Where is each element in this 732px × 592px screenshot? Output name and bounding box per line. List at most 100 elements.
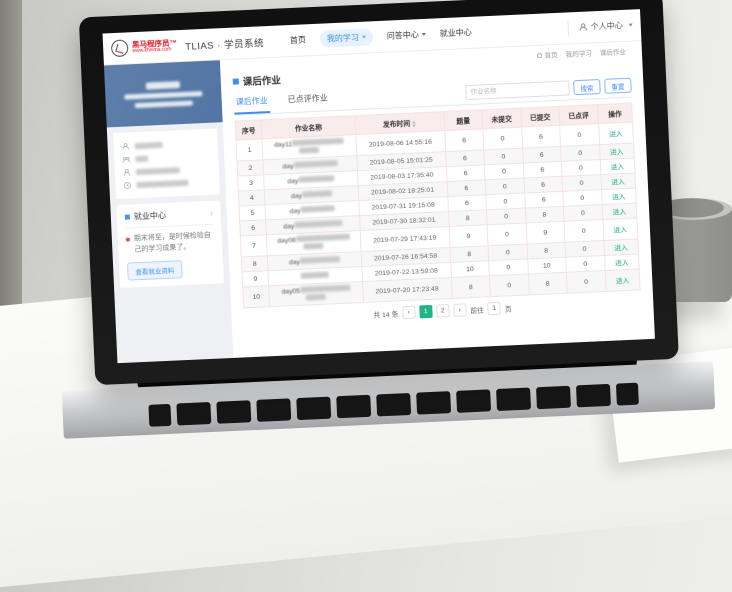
table-cell: 进入 [601,188,636,205]
redacted-name [306,294,326,301]
redacted-name [300,205,334,213]
enter-link[interactable]: 进入 [610,149,624,157]
sort-caret-icon[interactable] [412,120,416,127]
table-cell: 9 [526,221,565,244]
page-button-2[interactable]: 2 [436,304,450,318]
homework-name-input[interactable] [465,80,570,100]
clock-icon [123,181,131,189]
enter-link[interactable]: 进入 [616,278,630,286]
enter-link[interactable]: 进入 [613,209,627,217]
class-info-redacted [124,91,202,100]
view-job-materials-button[interactable]: 查看就业资料 [127,260,183,280]
table-cell: 进入 [603,239,638,256]
enter-link[interactable]: 进入 [612,194,626,202]
student-name-redacted [146,81,180,90]
prev-page-button[interactable]: ‹ [402,306,416,320]
job-center-card: 就业中心 › 期末将至，是时候检验自己的学习成果了。 查看就业资料 [116,200,224,288]
goto-page-input[interactable]: 1 [487,302,501,316]
nav-item-我的学习[interactable]: 我的学习 [319,28,373,47]
redacted-name [293,160,337,168]
next-page-button[interactable]: › [453,303,467,317]
wall-shadow [0,0,22,318]
job-center-title: 就业中心 [134,210,166,222]
goto-label: 前往 [470,304,484,315]
search-button[interactable]: 搜索 [573,79,601,95]
reset-button[interactable]: 重置 [604,78,632,94]
brand-block: 黑马程序员™ www.itheima.com [132,39,178,55]
itheima-logo-icon [111,39,129,57]
table-cell: 6 [521,125,560,148]
user-menu-label: 个人中心 [590,20,622,32]
table-cell: 5 [239,205,266,221]
student-info-card [104,60,223,127]
breadcrumb-item[interactable]: 首页 [544,49,564,60]
table-cell: 0 [483,127,522,150]
redacted-value [136,167,180,175]
info-row [123,175,211,192]
table-cell: 进入 [605,269,640,292]
table-cell: 6 [444,129,483,152]
page-button-1[interactable]: 1 [419,305,433,319]
nav-item-问答中心[interactable]: 问答中心 [387,29,426,42]
column-header: 序号 [235,120,262,140]
breadcrumb-item: 课后作业 [600,46,630,57]
title-marker [233,78,239,84]
tab-reviewed-homework[interactable]: 已点评作业 [285,87,330,112]
redacted-name [301,272,329,279]
table-cell: 进入 [603,218,638,241]
table-cell: 4 [238,190,265,206]
redacted-name [294,220,342,228]
redacted-name [302,190,332,197]
notice-text: 期末将至，是时候检验自己的学习成果了。 [134,231,215,256]
column-header: 已提交 [520,106,559,127]
table-cell: 进入 [602,203,637,220]
breadcrumb-item[interactable]: 我的学习 [566,47,599,58]
home-icon [535,51,542,58]
table-cell: 8 [241,256,268,272]
job-center-header[interactable]: 就业中心 › [125,208,214,229]
table-body: 1day112019-08-06 14:55:166060进入2day2019-… [236,122,640,308]
column-header: 已点评 [559,105,598,126]
table-cell: 进入 [599,143,634,160]
table-cell: 0 [566,270,605,293]
table-cell: 0 [487,223,526,246]
page-title: 课后作业 [243,73,282,89]
table-cell: 0 [564,220,603,243]
table-cell: 进入 [598,122,633,145]
table-cell: 2 [237,160,264,176]
table-cell: 8 [451,276,490,299]
user-menu[interactable]: 个人中心 [567,17,633,36]
table-cell: 0 [490,274,529,297]
sidebar: 就业中心 › 期末将至，是时候检验自己的学习成果了。 查看就业资料 [104,60,233,363]
user-icon [121,142,129,150]
enter-link[interactable]: 进入 [611,179,625,187]
redacted-name [292,138,344,146]
redacted-value [135,141,163,148]
class-info-redacted [135,100,193,108]
table-cell: 9 [242,271,269,287]
section-marker [125,214,130,219]
redacted-name [300,285,350,293]
table-cell: 10 [450,261,489,278]
main-content: 首页 我的学习 课后作业 课后作业 课后作业 已点评作业 [220,41,655,358]
nav-item-就业中心[interactable]: 就业中心 [439,27,471,39]
job-notice: 期末将至，是时候检验自己的学习成果了。 [126,231,215,256]
table-cell: 3 [238,175,265,191]
chevron-down-icon [629,23,633,26]
enter-link[interactable]: 进入 [609,131,623,139]
user-icon [579,23,588,32]
goto-unit: 页 [505,303,512,313]
column-header: 未提交 [482,108,521,129]
chevron-down-icon [362,36,366,39]
enter-link[interactable]: 进入 [615,260,629,268]
redacted-name [299,147,319,154]
tab-homework[interactable]: 课后作业 [233,90,270,115]
brand-site: www.itheima.com [132,47,177,54]
student-detail-card [113,128,220,199]
main-nav: 首页 我的学习 问答中心 就业中心 [289,24,472,49]
nav-item-首页[interactable]: 首页 [290,34,306,46]
notice-dot-icon [126,238,130,242]
enter-link[interactable]: 进入 [613,227,627,235]
enter-link[interactable]: 进入 [614,245,628,253]
enter-link[interactable]: 进入 [610,164,624,172]
